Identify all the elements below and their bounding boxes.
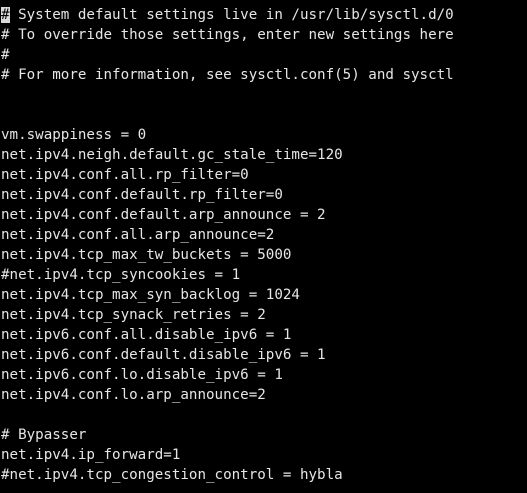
terminal-line[interactable]: net.ipv4.conf.default.rp_filter=0: [1, 185, 527, 205]
terminal-line[interactable]: # To override those settings, enter new …: [1, 25, 527, 45]
terminal-line[interactable]: #net.ipv4.tcp_congestion_control = hybla: [1, 465, 527, 485]
terminal-line[interactable]: [1, 405, 527, 425]
terminal-line[interactable]: # Bypasser: [1, 425, 527, 445]
terminal-line[interactable]: net.ipv6.conf.lo.disable_ipv6 = 1: [1, 365, 527, 385]
terminal-line[interactable]: net.ipv4.tcp_max_tw_buckets = 5000: [1, 245, 527, 265]
terminal-line[interactable]: [1, 85, 527, 105]
terminal-text-area[interactable]: # System default settings live in /usr/l…: [1, 5, 527, 485]
terminal-line[interactable]: # For more information, see sysctl.conf(…: [1, 65, 527, 85]
terminal-line[interactable]: net.ipv4.conf.lo.arp_announce=2: [1, 385, 527, 405]
terminal-line-text: System default settings live in /usr/lib…: [9, 7, 454, 23]
terminal-line[interactable]: net.ipv6.conf.default.disable_ipv6 = 1: [1, 345, 527, 365]
terminal-line[interactable]: [1, 105, 527, 125]
terminal-line[interactable]: net.ipv4.tcp_max_syn_backlog = 1024: [1, 285, 527, 305]
terminal-line-cursor[interactable]: # System default settings live in /usr/l…: [1, 5, 527, 25]
terminal-line[interactable]: net.ipv4.tcp_synack_retries = 2: [1, 305, 527, 325]
terminal-line[interactable]: net.ipv4.ip_forward=1: [1, 445, 527, 465]
terminal-line[interactable]: net.ipv6.conf.all.disable_ipv6 = 1: [1, 325, 527, 345]
terminal-line[interactable]: net.ipv4.neigh.default.gc_stale_time=120: [1, 145, 527, 165]
terminal-line[interactable]: net.ipv4.conf.default.arp_announce = 2: [1, 205, 527, 225]
terminal-line[interactable]: #net.ipv4.tcp_syncookies = 1: [1, 265, 527, 285]
text-cursor: #: [1, 7, 10, 23]
terminal-window[interactable]: # System default settings live in /usr/l…: [0, 0, 527, 493]
terminal-line[interactable]: net.ipv4.conf.all.arp_announce=2: [1, 225, 527, 245]
terminal-line[interactable]: #: [1, 45, 527, 65]
terminal-line[interactable]: net.ipv4.conf.all.rp_filter=0: [1, 165, 527, 185]
terminal-line[interactable]: vm.swappiness = 0: [1, 125, 527, 145]
